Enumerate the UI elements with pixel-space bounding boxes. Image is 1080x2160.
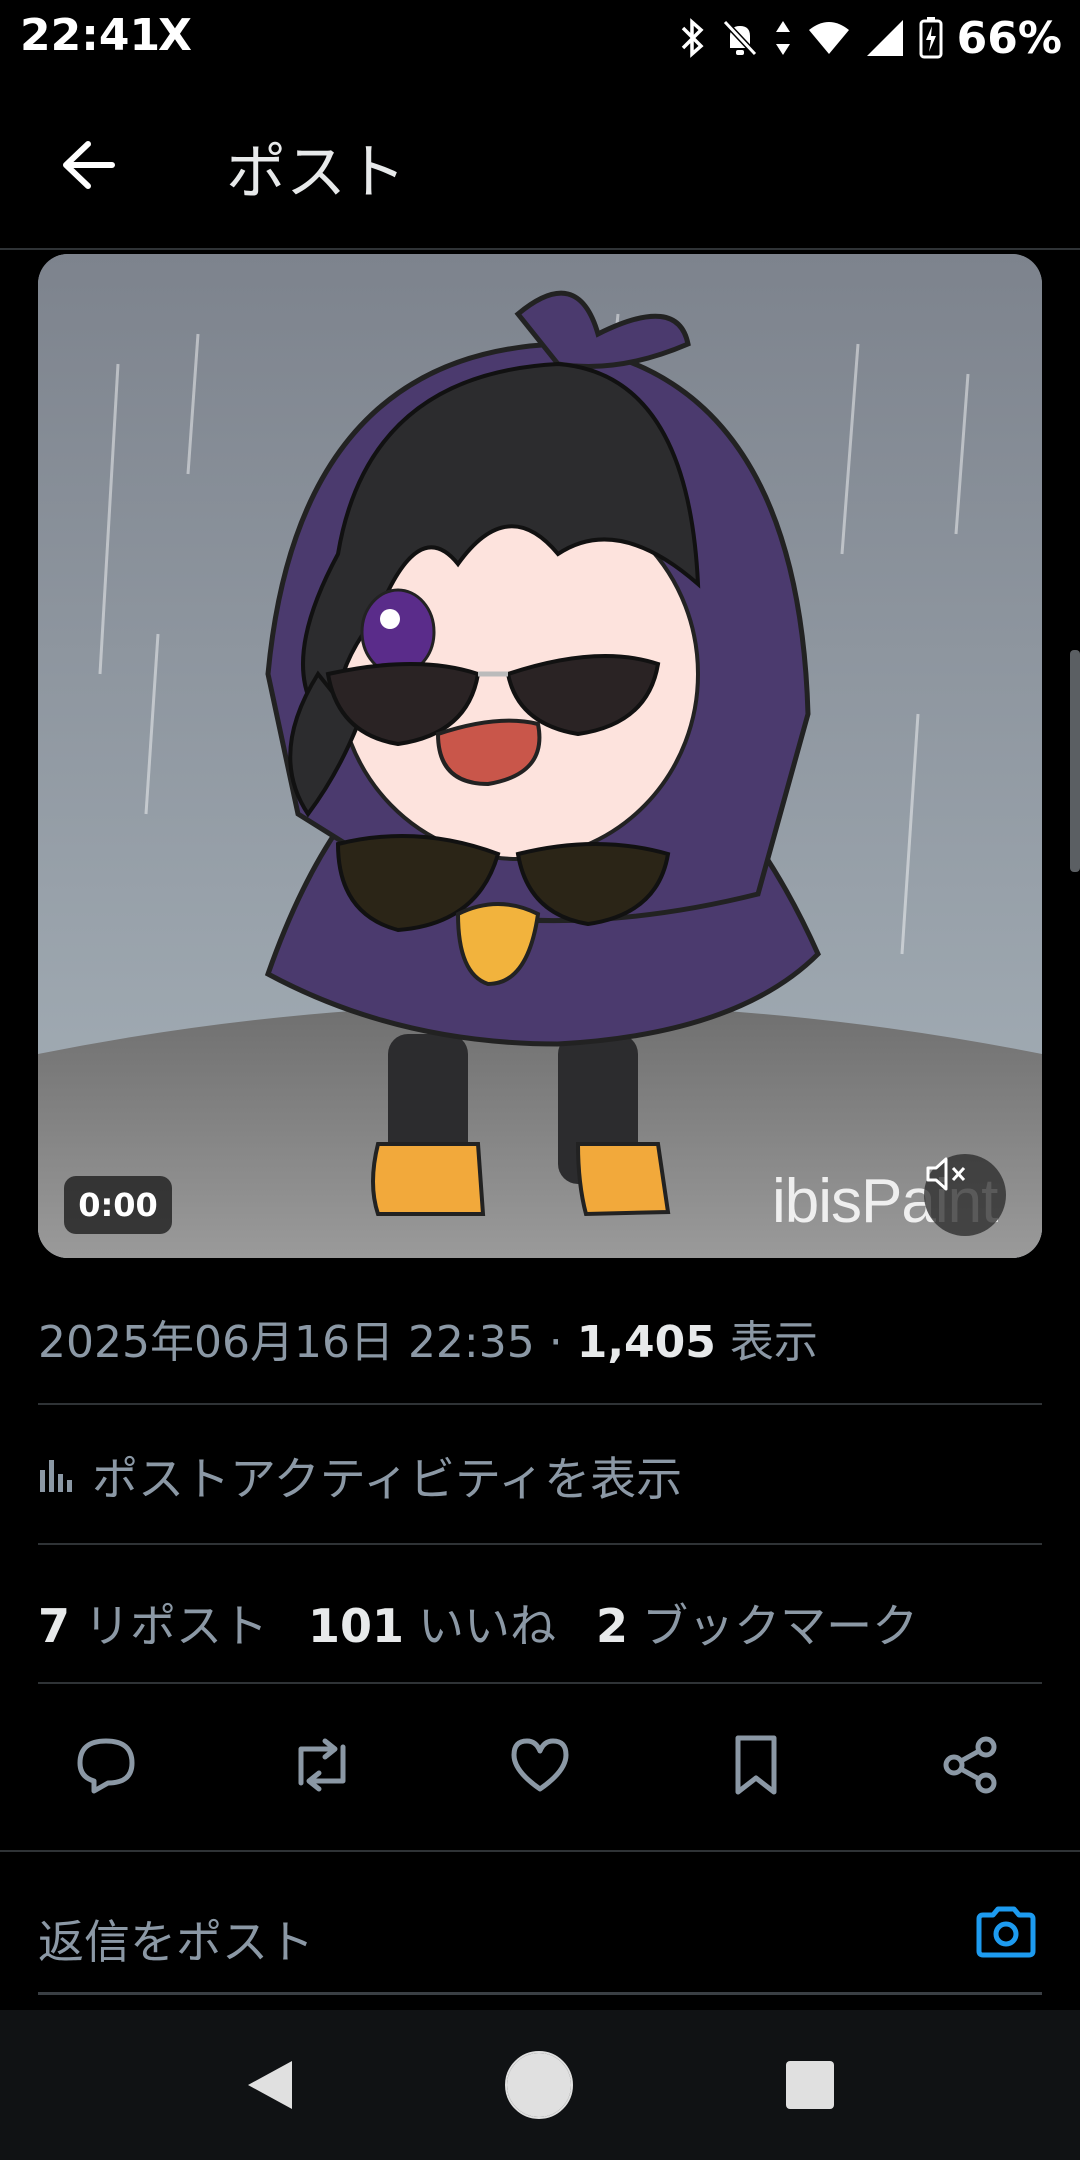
bookmark-icon [735,1735,777,1795]
video-player[interactable]: 0:00 ibisPaint [38,254,1042,1258]
nav-home-button[interactable] [494,2040,584,2130]
page-title: ポスト [226,138,406,208]
reply-composer: 返信をポスト [0,1850,1080,2002]
likes-label: いいね [418,1599,557,1653]
data-arrows-icon [775,21,790,55]
divider [38,1543,1042,1545]
bookmark-button[interactable] [706,1715,806,1815]
back-button[interactable] [40,120,136,210]
share-icon [943,1736,997,1794]
reply-button[interactable] [56,1715,156,1815]
signal-icon [866,20,903,56]
battery-charging-icon [919,17,943,59]
system-nav-bar [0,2010,1080,2160]
video-timestamp: 0:00 [64,1176,172,1234]
view-count: 1,405 [576,1317,716,1368]
bookmarks-stat[interactable]: 2 ブックマーク [596,1590,918,1656]
reply-icon [77,1738,135,1794]
camera-button[interactable] [966,1892,1046,1972]
battery-percent: 66% [956,12,1062,64]
reposts-stat[interactable]: 7 リポスト [38,1590,268,1656]
status-time: 22:41 [20,10,161,61]
share-button[interactable] [920,1715,1020,1815]
likes-count: 101 [308,1599,405,1653]
divider [38,1682,1042,1684]
wifi-icon [808,22,849,54]
volume-muted-icon [926,1157,966,1191]
status-bar: 22:41 X 66% [0,0,1080,80]
post-stats: 7 リポスト 101 いいね 2 ブックマーク [38,1590,918,1656]
post-datetime: 2025年06月16日 22:35 [38,1317,535,1368]
nav-recents-button[interactable] [765,2040,855,2130]
bell-off-icon [722,19,757,57]
x-app-icon: X [158,10,192,61]
heart-icon [511,1738,569,1792]
divider [38,1403,1042,1405]
post-actions [0,1715,1080,1815]
arrow-left-icon [63,141,115,189]
square-recents-icon [786,2061,834,2109]
reply-underline [38,1992,1042,1995]
repost-icon [298,1738,346,1792]
likes-stat[interactable]: 101 いいね [308,1590,556,1656]
scrollbar[interactable] [1070,650,1080,872]
bluetooth-icon [681,18,704,58]
camera-icon [976,1906,1036,1958]
top-app-bar: ポスト [0,80,1080,250]
analytics-icon [40,1460,72,1492]
meta-separator: · [534,1317,577,1368]
repost-button[interactable] [272,1715,372,1815]
reposts-label: リポスト [84,1599,269,1653]
post-activity-label: ポストアクティビティを表示 [92,1452,683,1506]
bookmarks-count: 2 [596,1599,629,1653]
circle-home-icon [505,2051,573,2119]
view-label: 表示 [729,1317,818,1368]
status-icons: 66% [677,12,1062,64]
nav-back-button[interactable] [225,2040,315,2130]
like-button[interactable] [490,1715,590,1815]
reply-input[interactable]: 返信をポスト [38,1906,314,1972]
post-activity-link[interactable]: ポストアクティビティを表示 [38,1446,682,1506]
mute-button[interactable] [924,1154,1006,1236]
reposts-count: 7 [38,1599,71,1653]
post-meta: 2025年06月16日 22:35 · 1,405 表示 [38,1306,818,1370]
video-thumbnail-illustration [38,254,1042,1258]
bookmarks-label: ブックマーク [642,1599,919,1653]
triangle-back-icon [248,2061,292,2109]
